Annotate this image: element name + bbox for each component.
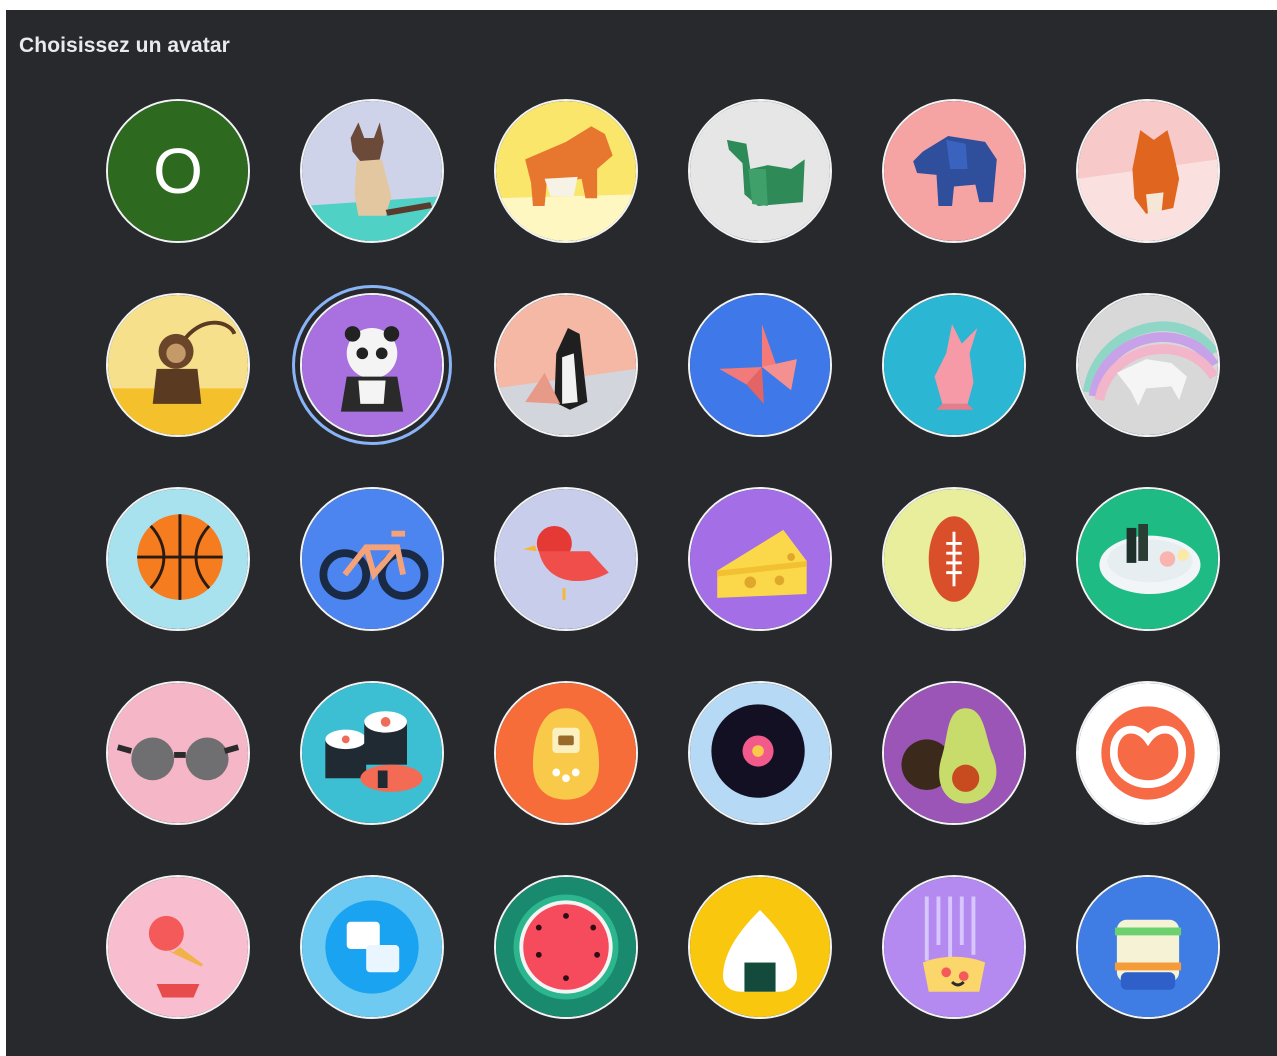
avatar-sandwich[interactable] [1076,875,1220,1019]
onigiri-icon [690,877,830,1017]
avatar-watermelon[interactable] [494,875,638,1019]
basketball-icon [108,489,248,629]
butterfly-icon [690,295,830,435]
avatar-sunglasses[interactable] [106,681,250,825]
avatar-cheese[interactable] [688,487,832,631]
football-icon [884,489,1024,629]
avatar-origami-elephant[interactable] [882,99,1026,243]
pizza-icon [884,877,1024,1017]
corgi-icon [496,101,636,241]
avatar-origami-corgi[interactable] [494,99,638,243]
avatar-bicycle[interactable] [300,487,444,631]
sunglasses-icon [108,683,248,823]
avatar-origami-fox[interactable] [1076,99,1220,243]
pill-logo-icon [1078,683,1218,823]
avatar-football[interactable] [882,487,1026,631]
avatar-onigiri[interactable] [688,875,832,1019]
sandwich-icon [1078,877,1218,1017]
avatar-basketball[interactable] [106,487,250,631]
ramen-icon [1078,489,1218,629]
avatar-grid: O [106,99,1220,1019]
penguin-icon [496,295,636,435]
vinyl-record-icon [690,683,830,823]
avatar-origami-monkey[interactable] [106,293,250,437]
avatar-bird[interactable] [494,487,638,631]
dialog-title: Choisissez un avatar [19,34,230,57]
avatar-pizza[interactable] [882,875,1026,1019]
avatar-letter: O [153,135,203,207]
avatar-ramen[interactable] [1076,487,1220,631]
avatar-origami-unicorn[interactable] [1076,293,1220,437]
fox-icon [1078,101,1218,241]
avocado-icon [884,683,1024,823]
dinosaur-icon [690,101,830,241]
avatar-letter-o[interactable]: O [106,99,250,243]
avatar-pill-logo[interactable] [1076,681,1220,825]
tamagotchi-icon [496,683,636,823]
avatar-origami-cat[interactable] [300,99,444,243]
avatar-ice-cream[interactable] [106,875,250,1019]
avatar-tamagotchi[interactable] [494,681,638,825]
avatar-ice-cubes[interactable] [300,875,444,1019]
unicorn-icon [1078,295,1218,435]
rabbit-icon [884,295,1024,435]
avatar-origami-penguin[interactable] [494,293,638,437]
avatar-origami-dinosaur[interactable] [688,99,832,243]
panda-icon [302,295,442,435]
ice-cubes-icon [302,877,442,1017]
bird-icon [496,489,636,629]
avatar-sushi[interactable] [300,681,444,825]
sushi-icon [302,683,442,823]
cheese-icon [690,489,830,629]
avatar-vinyl-record[interactable] [688,681,832,825]
monkey-icon [108,295,248,435]
avatar-origami-butterfly[interactable] [688,293,832,437]
ice-cream-icon [108,877,248,1017]
avatar-picker-dialog: Choisissez un avatar O [6,10,1277,1056]
cat-icon [302,101,442,241]
avatar-avocado[interactable] [882,681,1026,825]
elephant-icon [884,101,1024,241]
watermelon-icon [496,877,636,1017]
avatar-origami-rabbit[interactable] [882,293,1026,437]
bicycle-icon [302,489,442,629]
avatar-origami-panda[interactable] [300,293,444,437]
